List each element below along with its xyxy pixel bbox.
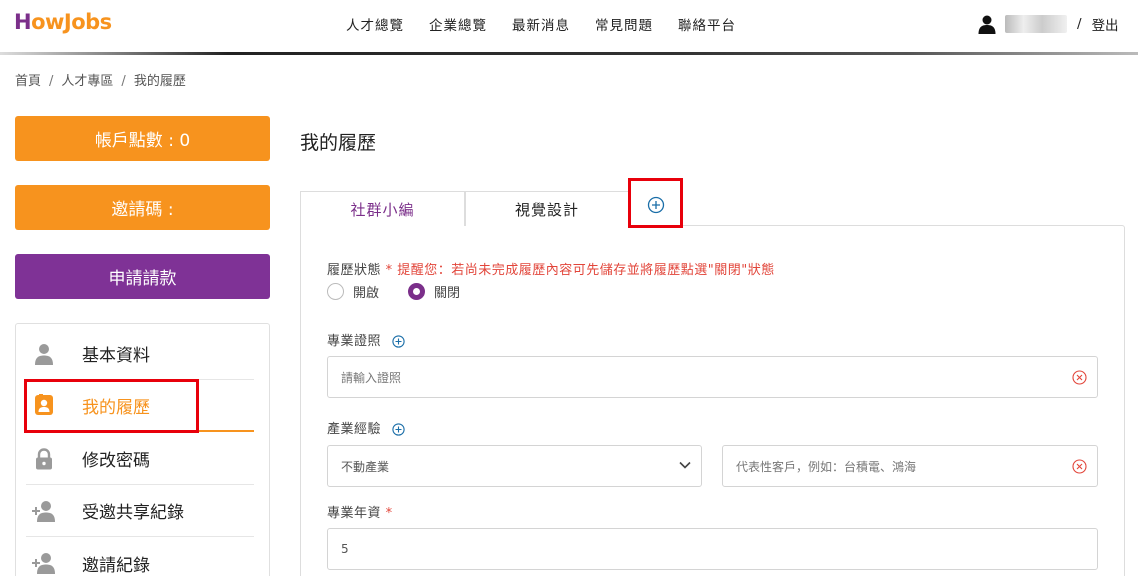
person-add-icon bbox=[32, 499, 56, 523]
add-industry-icon[interactable] bbox=[392, 423, 405, 436]
account-points-button[interactable]: 帳戶點數 : 0 bbox=[15, 116, 270, 161]
page-title: 我的履歷 bbox=[300, 132, 377, 154]
logout-link[interactable]: 登出 bbox=[1092, 14, 1119, 34]
clear-icon[interactable] bbox=[1072, 370, 1087, 385]
highlight-box-resume bbox=[24, 379, 199, 433]
radio-closed[interactable] bbox=[408, 283, 426, 300]
sidebar-menu: 基本資料 我的履歷 修改密碼 受邀共享紀錄 邀請紀錄 bbox=[15, 323, 270, 576]
breadcrumb-current: 我的履歷 bbox=[133, 74, 186, 89]
logo[interactable]: HowJobs bbox=[14, 10, 112, 34]
years-label-row: 專業年資 * bbox=[327, 506, 393, 521]
sidebar-item-label: 邀請紀錄 bbox=[82, 555, 150, 576]
user-area: / 登出 bbox=[977, 14, 1119, 34]
sidebar-item-label: 修改密碼 bbox=[82, 451, 150, 471]
industry-select[interactable]: 不動產業 bbox=[327, 445, 702, 487]
withdraw-request-button[interactable]: 申請請款 bbox=[15, 254, 270, 299]
radio-open[interactable] bbox=[327, 283, 344, 300]
highlight-box-add-tab bbox=[628, 178, 683, 228]
user-icon[interactable] bbox=[977, 14, 997, 34]
main-nav: 人才總覽 企業總覽 最新消息 常見問題 聯絡平台 bbox=[346, 14, 761, 34]
client-input[interactable]: 代表性客戶，例如：台積電、鴻海 bbox=[722, 445, 1098, 487]
nav-faq[interactable]: 常見問題 bbox=[595, 14, 653, 34]
lock-icon bbox=[32, 447, 56, 471]
industry-label-row: 產業經驗 bbox=[327, 418, 405, 437]
sidebar-item-change-password[interactable]: 修改密碼 bbox=[26, 433, 254, 485]
cert-label-row: 專業證照 bbox=[327, 330, 405, 349]
breadcrumb: 首頁 / 人才專區 / 我的履歷 bbox=[15, 74, 186, 89]
sidebar-item-invite-records[interactable]: 邀請紀錄 bbox=[26, 537, 254, 576]
breadcrumb-talent-zone[interactable]: 人才專區 bbox=[61, 74, 113, 89]
username-blurred[interactable] bbox=[1005, 15, 1067, 33]
resume-status-radio-group: 開啟 關閉 bbox=[327, 282, 460, 301]
nav-contact[interactable]: 聯絡平台 bbox=[678, 14, 736, 34]
invite-code-button[interactable]: 邀請碼 : bbox=[15, 185, 270, 230]
top-header: HowJobs 人才總覽 企業總覽 最新消息 常見問題 聯絡平台 / 登出 bbox=[0, 0, 1138, 55]
sidebar-item-shared-records[interactable]: 受邀共享紀錄 bbox=[26, 485, 254, 537]
years-input[interactable]: 5 bbox=[327, 528, 1098, 570]
resume-status-label-row: 履歷狀態 * 提醒您：若尚未完成履歷內容可先儲存並將履歷點選"關閉"狀態 bbox=[327, 263, 775, 278]
tab-social-editor[interactable]: 社群小編 bbox=[300, 191, 465, 226]
add-cert-icon[interactable] bbox=[392, 335, 405, 348]
sidebar-item-profile[interactable]: 基本資料 bbox=[26, 328, 254, 380]
sidebar-item-label: 受邀共享紀錄 bbox=[82, 503, 184, 523]
nav-news[interactable]: 最新消息 bbox=[512, 14, 570, 34]
chevron-down-icon bbox=[679, 461, 691, 469]
nav-talents[interactable]: 人才總覽 bbox=[346, 14, 404, 34]
cert-input[interactable]: 請輸入證照 bbox=[327, 356, 1098, 398]
breadcrumb-home[interactable]: 首頁 bbox=[15, 74, 41, 89]
header-divider bbox=[0, 52, 1138, 55]
nav-companies[interactable]: 企業總覽 bbox=[429, 14, 487, 34]
person-icon bbox=[32, 342, 56, 366]
sidebar-item-label: 基本資料 bbox=[82, 346, 150, 366]
clear-icon[interactable] bbox=[1072, 459, 1087, 474]
resume-status-hint: 提醒您：若尚未完成履歷內容可先儲存並將履歷點選"關閉"狀態 bbox=[397, 263, 775, 278]
person-add-icon bbox=[32, 551, 56, 575]
tab-visual-design[interactable]: 視覺設計 bbox=[465, 191, 629, 226]
